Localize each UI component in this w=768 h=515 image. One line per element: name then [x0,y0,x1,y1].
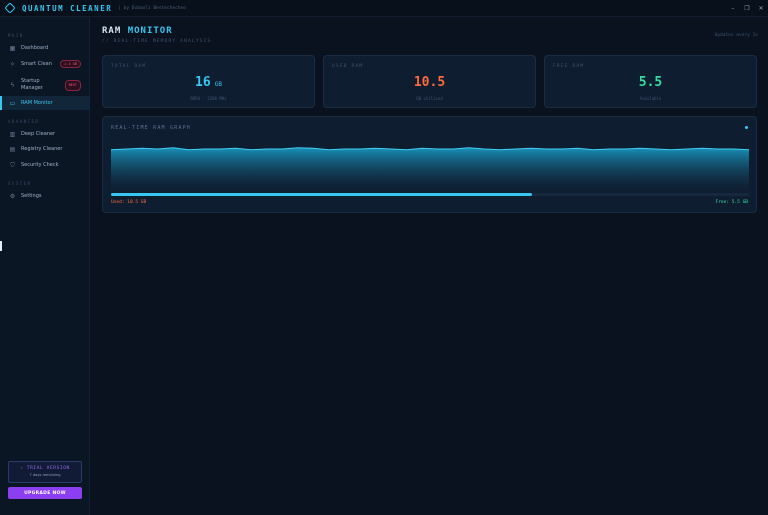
trial-days-remaining: 7 days remaining [29,473,61,477]
card-note: DDR4 · 3200 MHz [190,96,227,101]
sidebar-item-label: Startup Manager [21,78,43,91]
shield-icon: ⛉ [10,161,15,169]
page-title: RAM MONITOR [102,26,173,36]
ram-area-chart [111,147,749,193]
sidebar-item-deep-cleaner[interactable]: ▥ Deep Cleaner [0,128,90,140]
app-title: QUANTUM CLEANER [22,3,113,13]
trial-version-box: ✧ TRIAL VERSION 7 days remaining [8,461,82,483]
sidebar-item-ram-monitor[interactable]: ▭ RAM Monitor [0,96,90,110]
section-label-system: SYSTEM [8,181,32,186]
card-note: GB utilized [416,96,443,101]
main-content: RAM MONITOR // REAL-TIME MEMORY ANALYSIS… [91,17,768,515]
update-frequency-note: Updates every 1s [714,33,758,38]
app-byline: | by Dubaoli Bestechechno [118,5,186,11]
used-ram-value: 10.5 [413,75,446,90]
sidebar-item-dashboard[interactable]: ▦ Dashboard [0,42,90,54]
close-button[interactable]: ✕ [754,0,768,17]
maximize-button[interactable]: ❐ [740,0,754,17]
ram-usage-bar [111,193,749,196]
bolt-icon: ϟ [10,81,15,89]
best-badge: BEST [64,79,81,91]
sidebar-item-startup-manager[interactable]: ϟ Startup Manager BEST [0,75,90,95]
sparkle-icon: ✧ [9,60,16,68]
card-note: Available [639,96,662,101]
live-indicator-dot [745,126,748,129]
ram-area-fill [111,147,749,193]
sidebar: MAIN ▦ Dashboard ✧ Smart Clean 2.3 GB ϟ … [0,17,90,515]
card-value-unit: GB [214,81,222,88]
sidebar-item-label: Security Check [21,162,59,168]
section-label-advanced: ADVANCED [8,119,40,124]
sidebar-item-settings[interactable]: ⚙ Settings [0,190,90,202]
sidebar-item-label: RAM Monitor [21,100,53,106]
chip-icon: ▭ [9,99,16,107]
graph-title: REAL-TIME RAM GRAPH [111,125,191,131]
hexagon-logo-icon [4,2,16,14]
total-ram-card: TOTAL RAM 16 GB DDR4 · 3200 MHz [102,55,315,108]
trial-title: ✧ TRIAL VERSION [20,466,70,471]
free-ram-value: 5.5 [638,75,663,90]
junk-size-badge: 2.3 GB [60,60,81,68]
sidebar-item-label: Deep Cleaner [21,131,56,137]
free-ram-card: FREE RAM 5.5 Available [544,55,757,108]
gear-icon: ⚙ [9,192,16,200]
title-bar: QUANTUM CLEANER | by Dubaoli Bestechechn… [0,0,768,17]
card-label: TOTAL RAM [111,64,147,69]
page-title-accent: MONITOR [127,26,173,36]
sidebar-item-smart-clean[interactable]: ✧ Smart Clean 2.3 GB [0,58,90,70]
sidebar-item-label: Registry Cleaner [21,146,63,152]
scroll-indicator [0,241,2,251]
window-controls: – ❐ ✕ [726,0,768,17]
trash-icon: ▥ [9,130,16,138]
page-title-plain: RAM [102,26,122,36]
used-ram-card: USED RAM 10.5 GB utilized [323,55,536,108]
used-ram-label: Used: 10.5 GB [111,200,147,205]
card-value-number: 16 [195,75,211,90]
document-icon: ▤ [9,145,16,153]
sidebar-item-security-check[interactable]: ⛉ Security Check [0,159,90,171]
section-label-main: MAIN [8,33,24,38]
free-ram-label: Free: 5.5 GB [715,200,748,205]
ram-graph-panel: REAL-TIME RAM GRAPH Used: 10.5 GB Free: … [102,116,757,213]
sidebar-item-label: Dashboard [21,45,49,51]
card-label: USED RAM [332,64,364,69]
upgrade-now-button[interactable]: UPGRADE NOW [8,487,82,499]
minimize-button[interactable]: – [726,0,740,17]
card-label: FREE RAM [553,64,585,69]
grid-icon: ▦ [9,44,16,52]
ram-usage-fill [111,193,533,196]
sidebar-item-label: Settings [21,193,42,199]
sidebar-item-registry-cleaner[interactable]: ▤ Registry Cleaner [0,143,90,155]
total-ram-value: 16 GB [103,75,314,90]
sidebar-item-label: Smart Clean [21,61,52,67]
page-subtitle: // REAL-TIME MEMORY ANALYSIS [102,39,212,44]
